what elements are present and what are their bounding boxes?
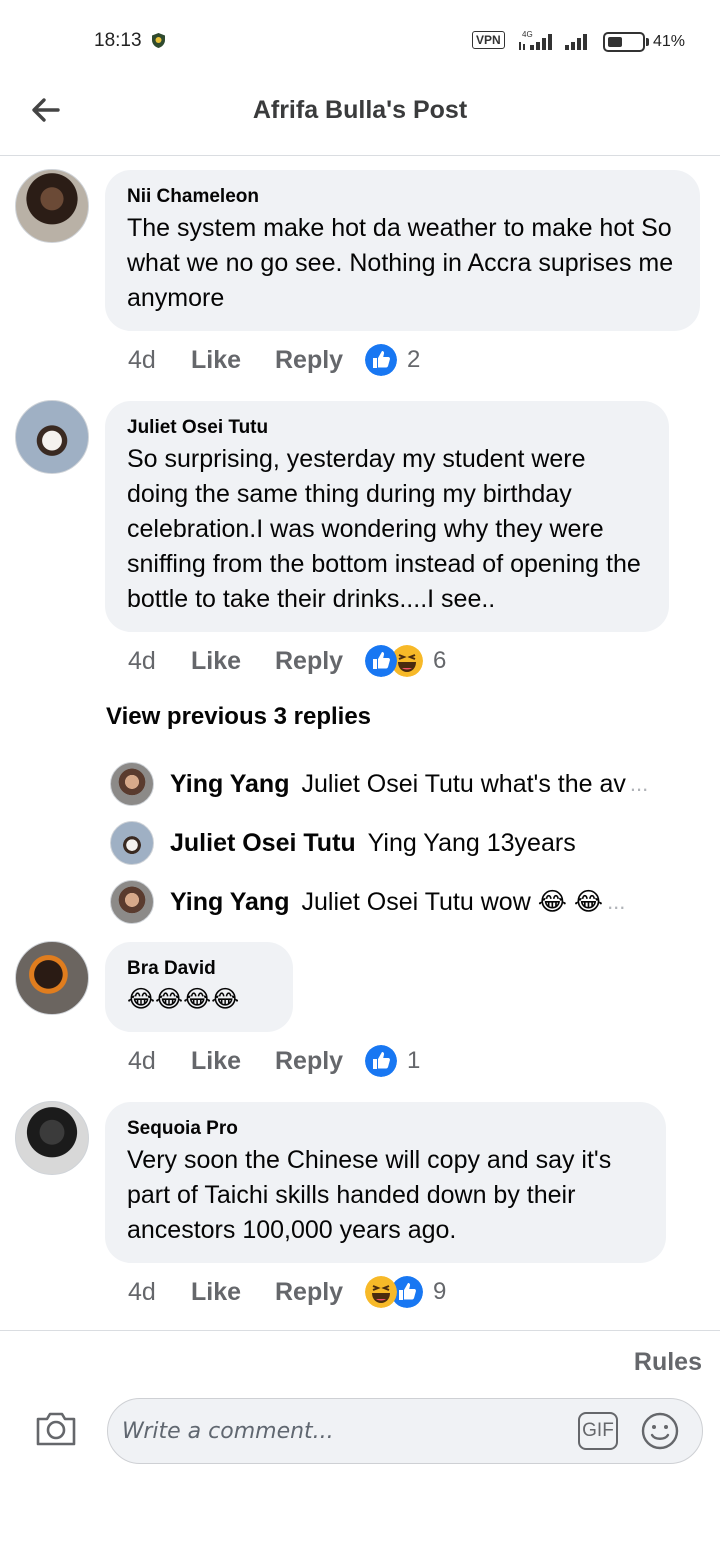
comment-actions: 4d Like Reply 6 [128, 641, 446, 681]
status-time: 18:13 [94, 30, 142, 51]
avatar[interactable] [15, 941, 89, 1015]
battery-percent: 41% [653, 33, 686, 50]
comment-text: 😂😂😂😂 [127, 986, 240, 1013]
comment-author[interactable]: Juliet Osei Tutu [127, 416, 647, 440]
comment-composer[interactable]: GIF [107, 1398, 703, 1464]
comment-actions: 4d Like Reply 2 [128, 340, 420, 380]
reaction-summary[interactable]: 2 [365, 344, 420, 376]
avatar[interactable] [15, 1101, 89, 1175]
page-title: Afrifa Bulla's Post [252, 96, 468, 124]
like-icon [365, 344, 397, 376]
avatar [110, 762, 154, 806]
comment-text: The system make hot da weather to make h… [127, 214, 674, 312]
like-button[interactable]: Like [191, 1278, 275, 1307]
comment-bubble: Bra David 😂😂😂😂 [105, 942, 293, 1032]
view-previous-replies[interactable]: View previous 3 replies [106, 703, 371, 731]
more-ellipsis: ... [629, 771, 649, 796]
avatar[interactable] [15, 169, 89, 243]
battery-icon [603, 32, 645, 52]
comment-author[interactable]: Nii Chameleon [127, 185, 678, 209]
like-icon [365, 645, 397, 677]
comment-bubble: Juliet Osei Tutu So surprising, yesterda… [105, 401, 669, 632]
rules-link[interactable]: Rules [634, 1348, 702, 1377]
reply-button[interactable]: Reply [275, 1278, 365, 1307]
comment-bubble: Sequoia Pro Very soon the Chinese will c… [105, 1102, 666, 1263]
reply-preview[interactable]: Juliet Osei Tutu Ying Yang 13years [110, 819, 576, 867]
haha-icon [365, 1276, 397, 1308]
reply-button[interactable]: Reply [275, 647, 365, 676]
reaction-summary[interactable]: 9 [365, 1276, 446, 1308]
reply-text: Juliet Osei Tutu what's the av [301, 769, 626, 798]
reply-text: Ying Yang 13years [367, 828, 576, 857]
avatar [110, 821, 154, 865]
reaction-count: 9 [433, 1278, 447, 1305]
comment-input[interactable] [122, 1413, 562, 1449]
reply-author: Ying Yang [170, 887, 290, 916]
emoji-icon[interactable] [640, 1411, 680, 1451]
comment-text: Very soon the Chinese will copy and say … [127, 1146, 612, 1244]
reply-preview[interactable]: Ying Yang Juliet Osei Tutu wow 😂 😂 ... [110, 878, 625, 926]
comment-bubble: Nii Chameleon The system make hot da wea… [105, 170, 700, 331]
reaction-count: 6 [433, 647, 447, 674]
cellular-signal-icon-2 [565, 34, 587, 50]
battery-tip [646, 38, 649, 46]
comment-author[interactable]: Bra David [127, 957, 271, 981]
post-header: Afrifa Bulla's Post [0, 80, 720, 156]
like-button[interactable]: Like [191, 346, 275, 375]
comment-time: 4d [128, 345, 156, 374]
like-button[interactable]: Like [191, 1047, 275, 1076]
reply-text: Juliet Osei Tutu wow 😂 😂 [301, 888, 604, 916]
reply-author: Ying Yang [170, 769, 290, 798]
more-ellipsis: ... [607, 889, 626, 914]
status-bar: 18:13 VPN 4G 41% [0, 0, 720, 80]
comment-time: 4d [128, 1277, 156, 1306]
reaction-summary[interactable]: 6 [365, 645, 446, 677]
comment-time: 4d [128, 646, 156, 675]
comment-time: 4d [128, 1046, 156, 1075]
divider [0, 1330, 720, 1331]
cellular-signal-icon: 4G [519, 30, 552, 50]
reaction-count: 1 [407, 1047, 421, 1074]
like-icon [365, 1045, 397, 1077]
comment-actions: 4d Like Reply 1 [128, 1041, 420, 1081]
reaction-summary[interactable]: 1 [365, 1045, 420, 1077]
reply-button[interactable]: Reply [275, 1047, 365, 1076]
reply-button[interactable]: Reply [275, 346, 365, 375]
network-type-label: 4G [522, 30, 533, 39]
like-button[interactable]: Like [191, 647, 275, 676]
comment-text: So surprising, yesterday my student were… [127, 445, 641, 613]
reply-author: Juliet Osei Tutu [170, 828, 356, 857]
vpn-badge: VPN [472, 31, 505, 49]
gif-button[interactable]: GIF [578, 1412, 618, 1450]
shield-icon [152, 33, 165, 48]
comment-author[interactable]: Sequoia Pro [127, 1117, 644, 1141]
reaction-count: 2 [407, 346, 421, 373]
reply-preview[interactable]: Ying Yang Juliet Osei Tutu what's the av… [110, 760, 648, 808]
avatar [110, 880, 154, 924]
camera-icon[interactable] [34, 1408, 78, 1448]
comment-actions: 4d Like Reply 9 [128, 1272, 446, 1312]
avatar[interactable] [15, 400, 89, 474]
